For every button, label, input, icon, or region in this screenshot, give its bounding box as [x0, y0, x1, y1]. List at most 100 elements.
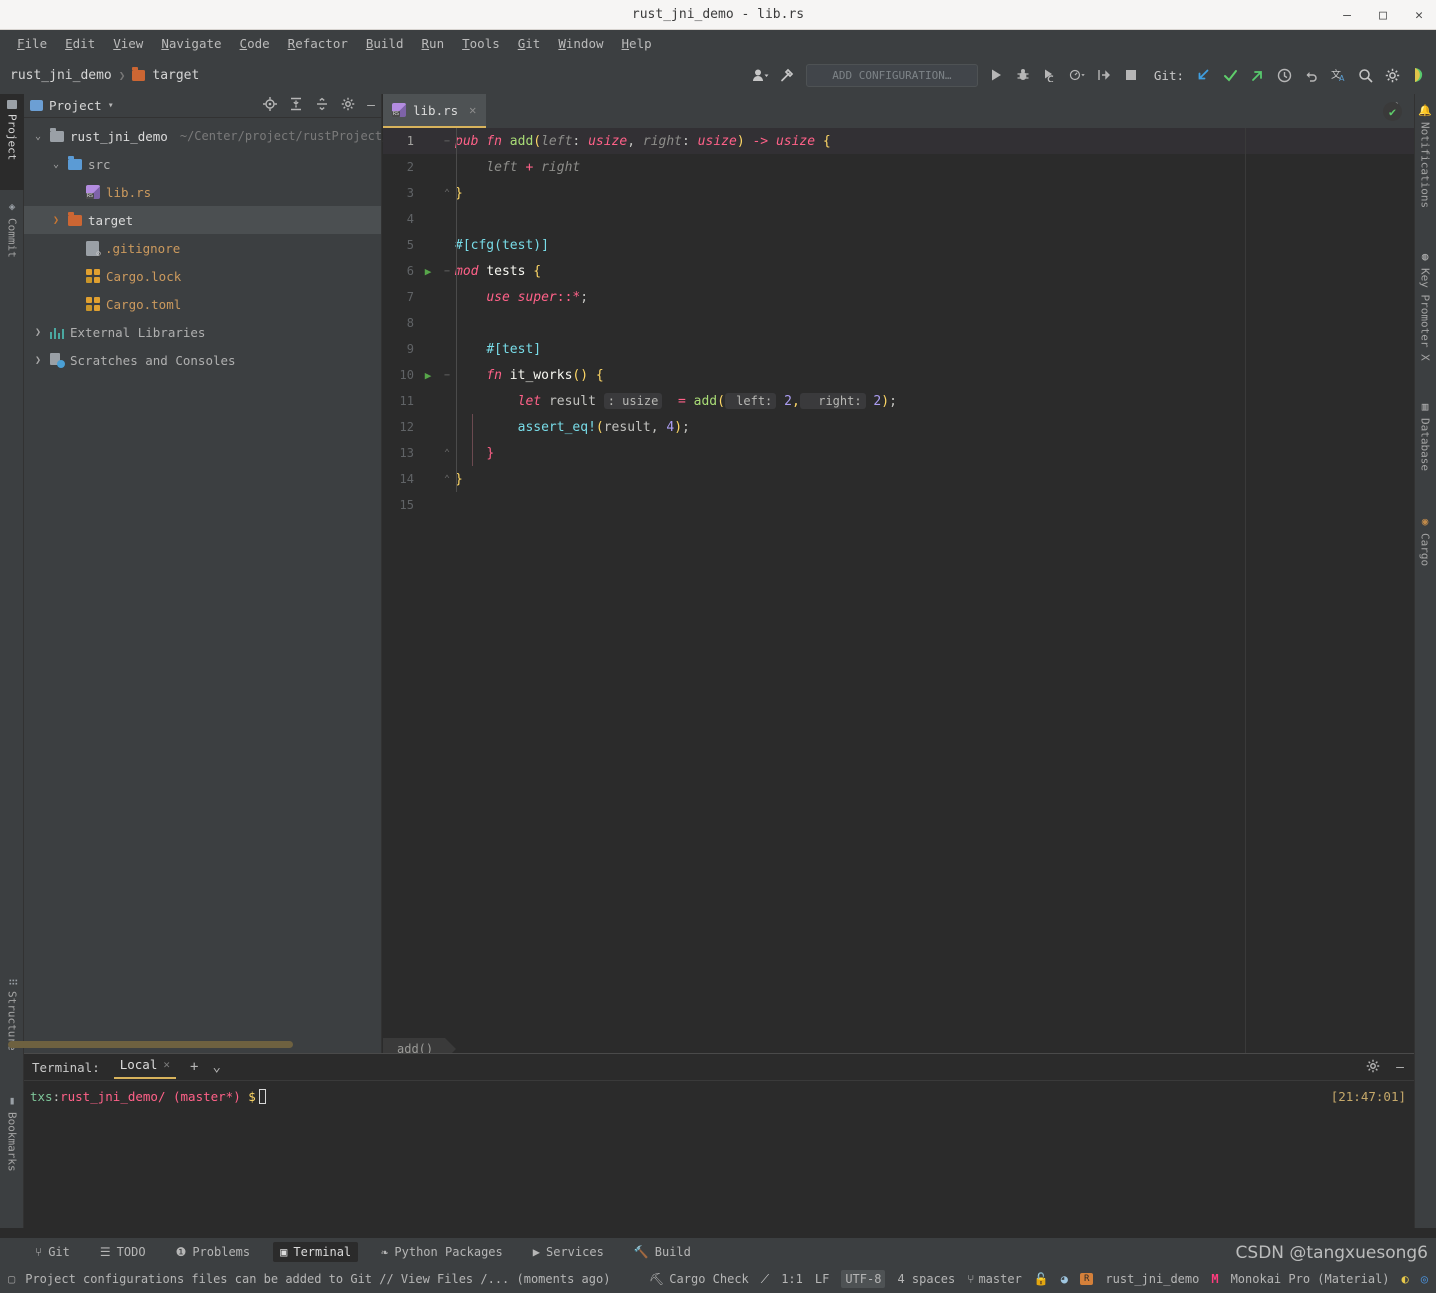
fold-icon[interactable]: ⌃ — [439, 448, 455, 459]
settings-icon[interactable] — [1384, 67, 1401, 84]
history-icon[interactable] — [1276, 67, 1293, 84]
close-icon[interactable]: ✕ — [469, 103, 476, 117]
code-line-7[interactable]: 7 use super::*; — [383, 284, 1414, 310]
file-encoding[interactable]: UTF-8 — [841, 1270, 886, 1288]
sidebar-item-bookmarks[interactable]: ▮ Bookmarks — [0, 1088, 24, 1204]
chevron-down-icon[interactable]: ⌄ — [50, 159, 62, 170]
run-gutter-icon[interactable]: ▶ — [417, 265, 439, 278]
ide-icon[interactable] — [1411, 67, 1428, 84]
inspection-status-badge[interactable]: ✔ — [1383, 102, 1402, 121]
hide-icon[interactable]: — — [1396, 1060, 1404, 1075]
minimize-icon[interactable]: — — [1340, 8, 1354, 23]
lock-icon[interactable]: 🔓 — [1034, 1272, 1049, 1286]
moon-icon[interactable]: ◐ — [1402, 1272, 1409, 1286]
terminal-tab-local[interactable]: Local ✕ — [113, 1056, 176, 1079]
menu-item-view[interactable]: View — [106, 33, 150, 54]
chevron-right-icon[interactable]: ❯ — [50, 215, 62, 226]
code-line-13[interactable]: 13 ⌃ } — [383, 440, 1414, 466]
hide-icon[interactable]: — — [367, 98, 375, 113]
terminal-body[interactable]: txs:rust_jni_demo/ (master*) $ [21:47:01… — [24, 1081, 1414, 1112]
tree-item-rust-jni-demo[interactable]: ⌄ rust_jni_demo ~/Center/project/rustProje… — [24, 122, 404, 150]
chevron-right-icon[interactable]: ❯ — [32, 327, 44, 338]
tool-window-build[interactable]: 🔨 Build — [627, 1242, 698, 1262]
menu-item-navigate[interactable]: Navigate — [154, 33, 228, 54]
profile-icon[interactable] — [752, 67, 769, 84]
code-line-3[interactable]: 3 ⌃} — [383, 180, 1414, 206]
tree-item-external-libraries[interactable]: ❯ External Libraries — [24, 318, 381, 346]
code-line-15[interactable]: 15 — [383, 492, 1414, 518]
menu-item-run[interactable]: Run — [415, 33, 452, 54]
code-line-14[interactable]: 14 ⌃} — [383, 466, 1414, 492]
locate-icon[interactable] — [263, 96, 278, 115]
gear-icon[interactable] — [1366, 1058, 1380, 1077]
code-line-9[interactable]: 9 #[test] — [383, 336, 1414, 362]
code-line-10[interactable]: 10 ▶ − fn it_works() { — [383, 362, 1414, 388]
fold-icon[interactable]: ⌃ — [439, 474, 455, 485]
breadcrumb-target[interactable]: target — [152, 68, 199, 83]
code-line-5[interactable]: 5 #[cfg(test)] — [383, 232, 1414, 258]
sidebar-item-cargo[interactable]: ◉ Cargo — [1414, 509, 1436, 587]
tree-item--gitignore[interactable]: .gitignore — [24, 234, 381, 262]
add-configuration-button[interactable]: ADD CONFIGURATION… — [805, 63, 978, 87]
code-line-12[interactable]: 12 assert_eq!(result, 4); — [383, 414, 1414, 440]
caret-position[interactable]: 1:1 — [781, 1272, 803, 1286]
menu-item-help[interactable]: Help — [615, 33, 659, 54]
macro-icon[interactable]: ◕ — [1061, 1272, 1068, 1286]
fold-icon[interactable]: − — [439, 370, 455, 381]
code-line-8[interactable]: 8 — [383, 310, 1414, 336]
tool-window-todo[interactable]: ☰ TODO — [93, 1242, 153, 1262]
close-icon[interactable]: ✕ — [1412, 8, 1426, 23]
close-icon[interactable]: ✕ — [163, 1058, 170, 1071]
run-gutter-icon[interactable]: ▶ — [417, 369, 439, 382]
search-everywhere-icon[interactable] — [1357, 67, 1374, 84]
attach-icon[interactable] — [1096, 67, 1113, 84]
cargo-check-status[interactable]: ⛏ Cargo Check — [649, 1272, 749, 1286]
translate-icon[interactable]: 文A — [1330, 67, 1347, 84]
tree-item-cargo-lock[interactable]: Cargo.lock — [24, 262, 381, 290]
indent-setting[interactable]: 4 spaces — [897, 1272, 955, 1286]
menu-item-build[interactable]: Build — [359, 33, 411, 54]
run-coverage-icon[interactable] — [1042, 67, 1059, 84]
menu-item-window[interactable]: Window — [551, 33, 610, 54]
new-terminal-button[interactable]: + — [190, 1059, 198, 1075]
sidebar-item-key-promoter[interactable]: ◍ Key Promoter X — [1414, 244, 1436, 392]
tree-item-cargo-toml[interactable]: Cargo.toml — [24, 290, 381, 318]
sidebar-item-commit[interactable]: ◈ Commit — [0, 194, 24, 290]
status-theme[interactable]: Monokai Pro (Material) — [1231, 1272, 1390, 1286]
tool-window-terminal[interactable]: ▣ Terminal — [273, 1241, 359, 1262]
chevron-down-icon[interactable]: ⌄ — [32, 131, 44, 142]
sidebar-item-project[interactable]: Project — [0, 94, 24, 190]
expand-all-icon[interactable] — [289, 96, 303, 115]
tool-window-problems[interactable]: ❶ Problems — [169, 1242, 258, 1262]
sidebar-item-structure[interactable]: ⠿ Structure — [0, 972, 24, 1082]
git-branch-widget[interactable]: ⑂ master — [967, 1272, 1022, 1286]
line-separator[interactable]: LF — [815, 1272, 829, 1286]
editor-horizontal-scrollbar[interactable] — [8, 1041, 293, 1048]
breadcrumb-project[interactable]: rust_jni_demo — [10, 68, 112, 83]
tool-window-python-packages[interactable]: ❧ Python Packages — [374, 1242, 510, 1262]
collapse-all-icon[interactable] — [315, 96, 329, 115]
status-message[interactable]: Project configurations files can be adde… — [25, 1272, 610, 1286]
menu-item-tools[interactable]: Tools — [455, 33, 507, 54]
code-viewport[interactable]: 1− pub fn add(left: usize, right: usize) … — [383, 128, 1414, 1053]
editor-tab-lib-rs[interactable]: lib.rs ✕ — [383, 94, 487, 128]
run-icon[interactable] — [988, 67, 1005, 84]
menu-item-edit[interactable]: Edit — [58, 33, 102, 54]
sidebar-item-notifications[interactable]: 🔔 Notifications — [1414, 98, 1436, 238]
code-line-6[interactable]: 6 ▶ − mod tests { — [383, 258, 1414, 284]
fold-icon[interactable]: ⌃ — [439, 188, 455, 199]
menu-item-code[interactable]: Code — [233, 33, 277, 54]
menu-item-file[interactable]: File — [10, 33, 54, 54]
menu-item-git[interactable]: Git — [511, 33, 548, 54]
tree-item-target[interactable]: ❯ target — [24, 206, 381, 234]
code-line-2[interactable]: 2 left + right — [383, 154, 1414, 180]
fold-icon[interactable]: − — [439, 136, 455, 147]
inspection-icon[interactable]: ⟋ — [761, 1272, 769, 1287]
debug-icon[interactable] — [1015, 67, 1032, 84]
stop-icon[interactable] — [1123, 67, 1140, 84]
push-icon[interactable] — [1249, 67, 1266, 84]
commit-icon[interactable] — [1222, 67, 1239, 84]
update-project-icon[interactable] — [1195, 67, 1212, 84]
menu-item-refactor[interactable]: Refactor — [281, 33, 355, 54]
code-line-1[interactable]: 1 − pub fn add(left: usize, right: usize) … — [383, 128, 1414, 154]
